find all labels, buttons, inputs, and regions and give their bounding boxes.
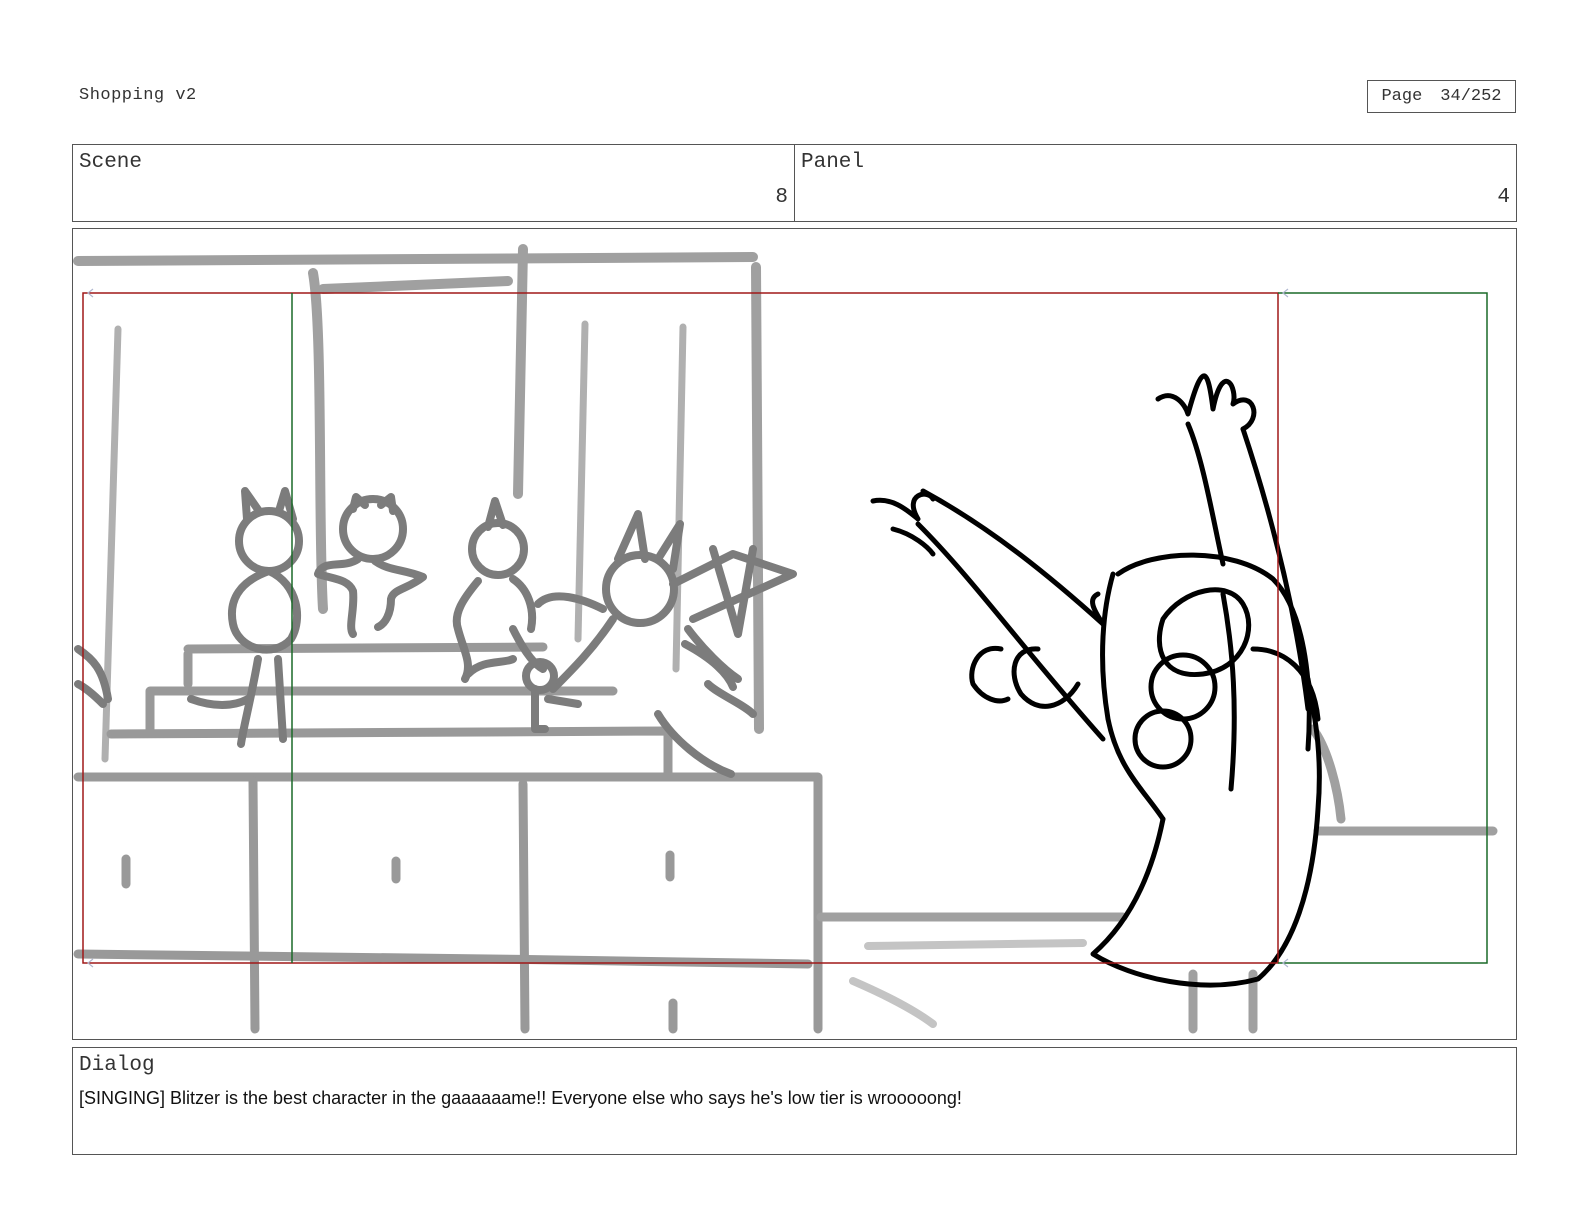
scene-number: 8 xyxy=(775,186,788,209)
scene-cell: Scene 8 xyxy=(73,145,794,221)
scene-panel-header: Scene 8 Panel 4 xyxy=(72,144,1517,222)
background-cabinet-sketch xyxy=(73,642,823,1034)
storyboard-frame xyxy=(72,228,1517,1040)
page-indicator: Page 34/252 xyxy=(1367,80,1516,113)
dialog-text: [SINGING] Blitzer is the best character … xyxy=(79,1088,962,1108)
dialog-label: Dialog xyxy=(79,1054,155,1077)
scene-label: Scene xyxy=(79,151,143,174)
panel-cell: Panel 4 xyxy=(794,145,1516,221)
character-sketch xyxy=(870,373,1322,988)
page-label: Page xyxy=(1381,87,1423,106)
panel-label: Panel xyxy=(801,151,865,174)
storyboard-sketch xyxy=(73,244,1498,1034)
dialog-box: Dialog [SINGING] Blitzer is the best cha… xyxy=(72,1047,1517,1155)
page-number: 34/252 xyxy=(1440,87,1502,106)
document-title: Shopping v2 xyxy=(79,86,197,105)
safe-area-green-right xyxy=(1278,292,1488,964)
panel-number: 4 xyxy=(1497,186,1510,209)
background-window-sketch xyxy=(73,244,764,734)
